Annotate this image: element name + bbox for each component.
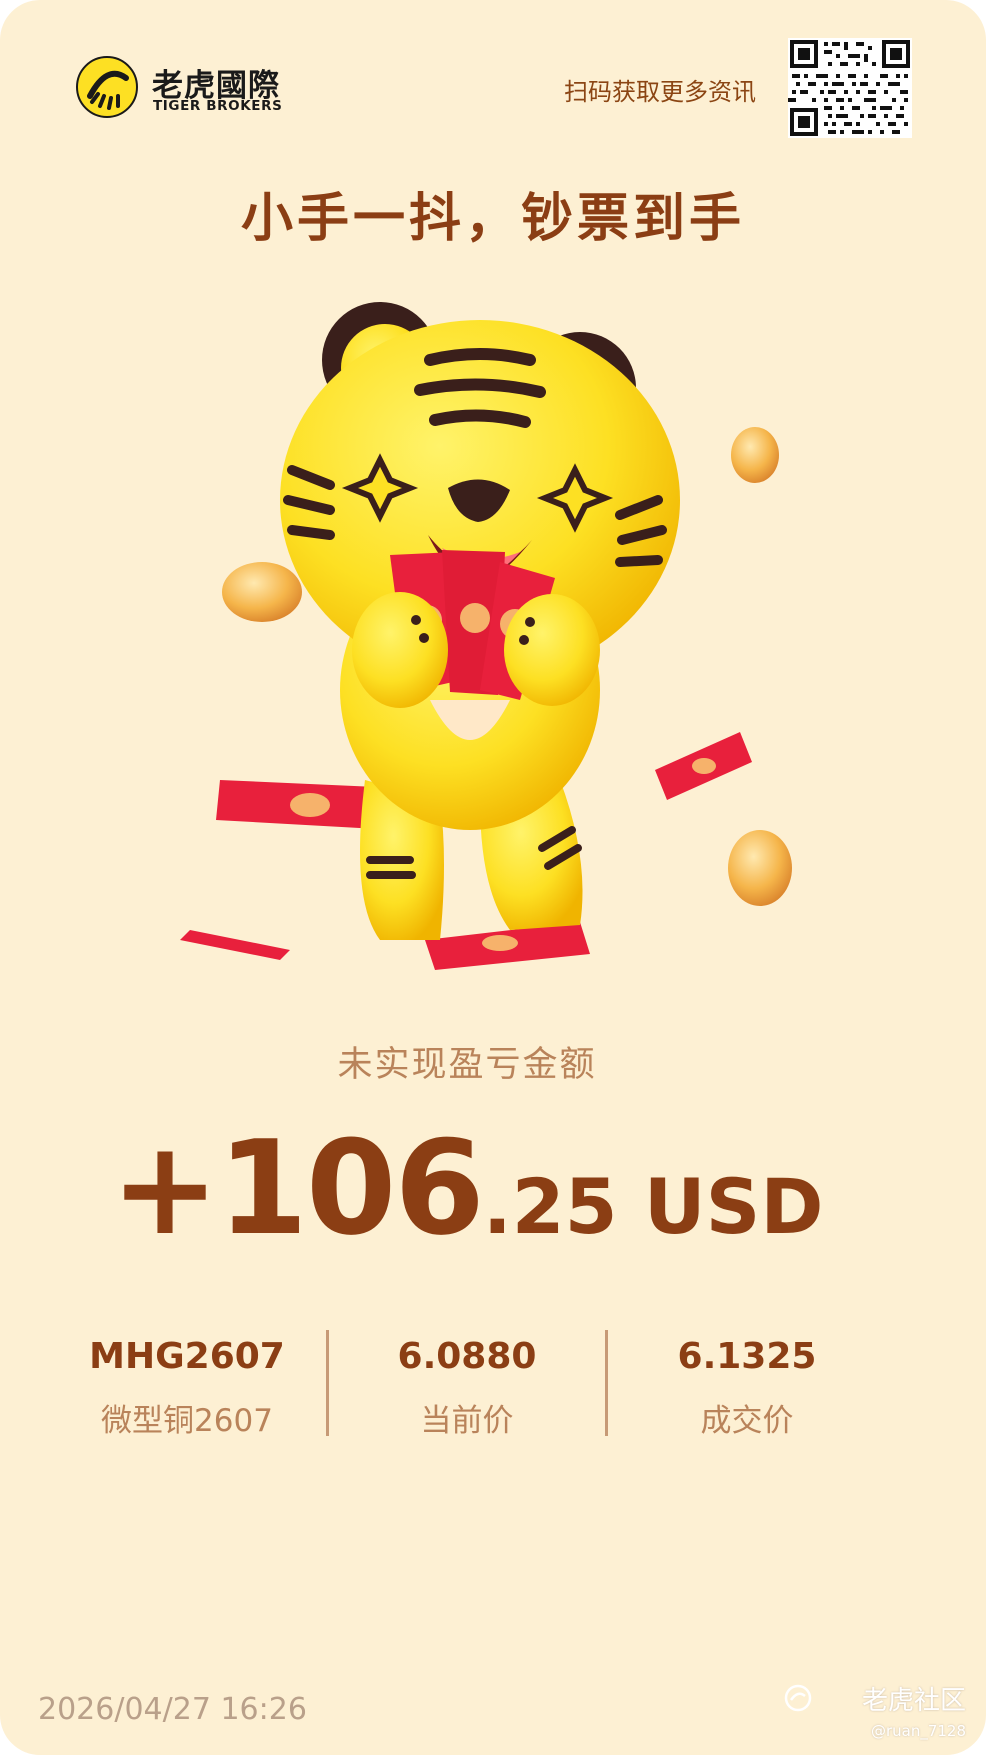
gold-coin — [731, 427, 779, 483]
red-envelope — [180, 930, 290, 960]
share-card: 老虎國際 TIGER BROKERS 扫码获取更多资讯 小手一抖，钞票到手 未实… — [0, 0, 986, 1755]
pnl-integer: +106 — [110, 1112, 485, 1264]
stat-current-price: 6.0880 当前价 — [327, 1336, 607, 1440]
qr-code-icon — [788, 38, 912, 138]
watermark-text: 老虎社区 — [861, 1686, 966, 1716]
contract-name: 微型铜2607 — [101, 1403, 273, 1439]
current-price-label: 当前价 — [420, 1403, 514, 1439]
community-watermark: 老虎社区 @ruan_7128 — [776, 1680, 966, 1750]
unrealized-pnl-label: 未实现盈亏金额 — [337, 1045, 597, 1085]
gold-coin — [728, 830, 792, 906]
headline: 小手一抖，钞票到手 — [240, 189, 745, 249]
current-price-value: 6.0880 — [397, 1336, 537, 1377]
red-envelope — [425, 922, 590, 970]
pnl-decimals: .25 — [482, 1162, 618, 1251]
contract-code: MHG2607 — [89, 1336, 285, 1377]
qr-hint-text: 扫码获取更多资讯 — [564, 78, 756, 106]
stat-contract: MHG2607 微型铜2607 — [47, 1336, 327, 1440]
fill-price-value: 6.1325 — [677, 1336, 817, 1377]
tiger-logo-icon — [76, 56, 138, 118]
tiger-brokers-logo: 老虎國際 TIGER BROKERS — [76, 56, 306, 120]
pnl-currency: USD — [617, 1162, 824, 1251]
timestamp: 2026/04/27 16:26 — [38, 1692, 307, 1727]
fill-price-label: 成交价 — [700, 1403, 794, 1439]
gold-coin — [222, 562, 302, 622]
stat-fill-price: 6.1325 成交价 — [607, 1336, 887, 1440]
unrealized-pnl-value: +106.25 USD — [0, 1112, 934, 1264]
logo-english-name: TIGER BROKERS — [153, 98, 283, 114]
watermark-username: @ruan_7128 — [870, 1722, 966, 1740]
tiger-community-icon — [784, 1684, 812, 1712]
tiger-mascot-illustration — [180, 302, 792, 970]
red-envelope — [655, 732, 752, 800]
